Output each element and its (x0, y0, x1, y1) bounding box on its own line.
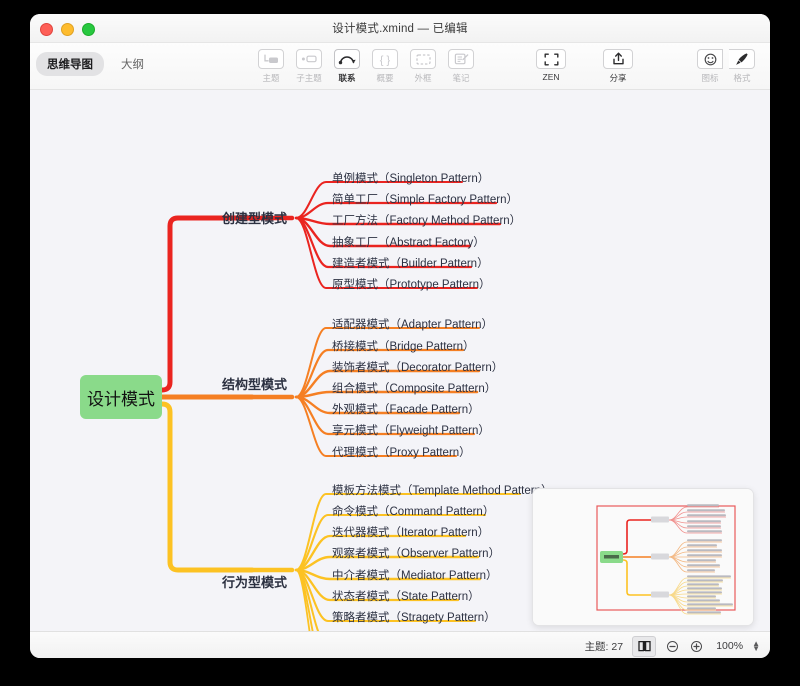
panel-toolbar-group: 图标 格式 (694, 47, 758, 84)
minimap-panel[interactable] (532, 488, 754, 626)
note-icon (448, 49, 474, 69)
leaf-node-singleton[interactable]: 单例模式（Singleton Pattern） (332, 173, 489, 186)
toolbar-button-subtopic[interactable]: 子主题 (290, 47, 328, 84)
toolbar-label-zen: ZEN (542, 72, 560, 82)
stepper-down-icon[interactable]: ▼ (752, 645, 760, 653)
share-icon (603, 49, 633, 69)
branch-node-behavioral[interactable]: 行为型模式 (222, 576, 287, 589)
zoom-level-label: 100% (716, 640, 744, 652)
toolbar-label-summary: 概要 (376, 73, 394, 83)
leaf-node-state[interactable]: 状态者模式（State Pattern） (332, 591, 480, 604)
subtopic-icon (296, 49, 322, 69)
screen: 设计模式.xmind — 已编辑 思维导图 大纲 主题 子主题 联系 {} 概… (0, 0, 800, 686)
tab-outline[interactable]: 大纲 (110, 52, 155, 76)
leaf-node-adapter[interactable]: 适配器模式（Adapter Pattern） (332, 319, 493, 332)
leaf-node-flyweight[interactable]: 享元模式（Flyweight Pattern） (332, 425, 490, 438)
leaf-node-bridge[interactable]: 桥接模式（Bridge Pattern） (332, 341, 475, 354)
view-mode-tabs: 思维导图 大纲 (36, 52, 155, 76)
branch-node-structural[interactable]: 结构型模式 (222, 378, 287, 391)
zen-toolbar-group: ZEN (528, 47, 574, 82)
title-bar: 设计模式.xmind — 已编辑 (30, 14, 770, 43)
mindmap-canvas[interactable]: 设计模式 创建型模式 结构型模式 行为型模式 单例模式（Singleton Pa… (30, 90, 770, 631)
fullscreen-icon (536, 49, 566, 69)
leaf-node-composite[interactable]: 组合模式（Composite Pattern） (332, 383, 496, 396)
leaf-node-observer[interactable]: 观察者模式（Observer Pattern） (332, 548, 500, 561)
boundary-icon (410, 49, 436, 69)
toolbar-label-topic: 主题 (262, 73, 280, 83)
toolbar-label-relationship: 联系 (338, 73, 356, 83)
tab-mindmap[interactable]: 思维导图 (36, 52, 104, 76)
format-brush-icon (729, 49, 755, 69)
minimap-toggle-icon[interactable] (632, 635, 657, 657)
toolbar-label-share: 分享 (609, 73, 627, 83)
leaf-node-template-method[interactable]: 模板方法模式（Template Method Pattern） (332, 485, 553, 498)
share-toolbar-group: 分享 (595, 47, 641, 84)
svg-text:{ }: { } (380, 54, 391, 66)
leaf-node-factory-method[interactable]: 工厂方法（Factory Method Pattern） (332, 215, 521, 228)
leaf-node-mediator[interactable]: 中介者模式（Mediator Pattern） (332, 570, 498, 583)
toolbar-button-note[interactable]: 笔记 (442, 47, 480, 84)
minimap-preview (533, 489, 753, 625)
leaf-node-facade[interactable]: 外观模式（Facade Pattern） (332, 404, 480, 417)
branch-node-creational[interactable]: 创建型模式 (222, 212, 287, 225)
leaf-node-decorator[interactable]: 装饰者模式（Decorator Pattern） (332, 362, 503, 375)
stepper-updown-icon[interactable]: ▲ ▼ (752, 640, 760, 653)
leaf-node-strategy[interactable]: 策略者模式（Stragety Pattern） (332, 612, 496, 625)
toolbar-label-note: 笔记 (452, 73, 470, 83)
toolbar: 思维导图 大纲 主题 子主题 联系 {} 概要 外框 笔记 ZEN 分享 图标… (30, 43, 770, 90)
toolbar-button-share[interactable]: 分享 (595, 47, 641, 84)
toolbar-label-format: 格式 (733, 73, 751, 83)
toolbar-button-relationship[interactable]: 联系 (328, 47, 366, 84)
toolbar-label-subtopic: 子主题 (296, 73, 322, 83)
zoom-out-button[interactable] (665, 639, 680, 654)
toolbar-button-sticker[interactable]: 图标 (694, 47, 726, 84)
sticker-icon (697, 49, 723, 69)
window-title: 设计模式.xmind — 已编辑 (332, 23, 468, 35)
root-node-label: 设计模式 (87, 389, 155, 409)
topic-icon (258, 49, 284, 69)
toolbar-button-summary[interactable]: { } 概要 (366, 47, 404, 84)
toolbar-label-boundary: 外框 (414, 73, 432, 83)
root-node[interactable]: 设计模式 (80, 375, 162, 419)
toolbar-button-topic[interactable]: 主题 (252, 47, 290, 84)
summary-icon: { } (372, 49, 398, 69)
leaf-node-prototype[interactable]: 原型模式（Prototype Pattern） (332, 279, 491, 292)
leaf-node-abstract-factory[interactable]: 抽象工厂（Abstract Factory） (332, 237, 485, 250)
zoom-in-button[interactable] (689, 639, 704, 654)
leaf-node-proxy[interactable]: 代理模式（Proxy Pattern） (332, 447, 471, 460)
leaf-node-iterator[interactable]: 迭代器模式（Iterator Pattern） (332, 527, 489, 540)
relationship-icon (334, 49, 360, 69)
toolbar-button-zen[interactable]: ZEN (528, 47, 574, 82)
leaf-node-builder[interactable]: 建造者模式（Builder Pattern） (332, 258, 489, 271)
leaf-node-command[interactable]: 命令模式（Command Pattern） (332, 506, 494, 519)
insert-toolbar-group: 主题 子主题 联系 {} 概要 外框 笔记 (252, 47, 480, 84)
xmind-window: 设计模式.xmind — 已编辑 思维导图 大纲 主题 子主题 联系 {} 概… (30, 14, 770, 658)
leaf-node-simple-factory[interactable]: 简单工厂（Simple Factory Pattern） (332, 194, 518, 207)
topic-count-label: 主题: 27 (584, 640, 624, 653)
toolbar-label-sticker: 图标 (701, 73, 719, 83)
status-bar: 主题: 27 100% ▲ ▼ (30, 631, 770, 658)
toolbar-button-format[interactable]: 格式 (726, 47, 758, 84)
toolbar-button-boundary[interactable]: 外框 (404, 47, 442, 84)
